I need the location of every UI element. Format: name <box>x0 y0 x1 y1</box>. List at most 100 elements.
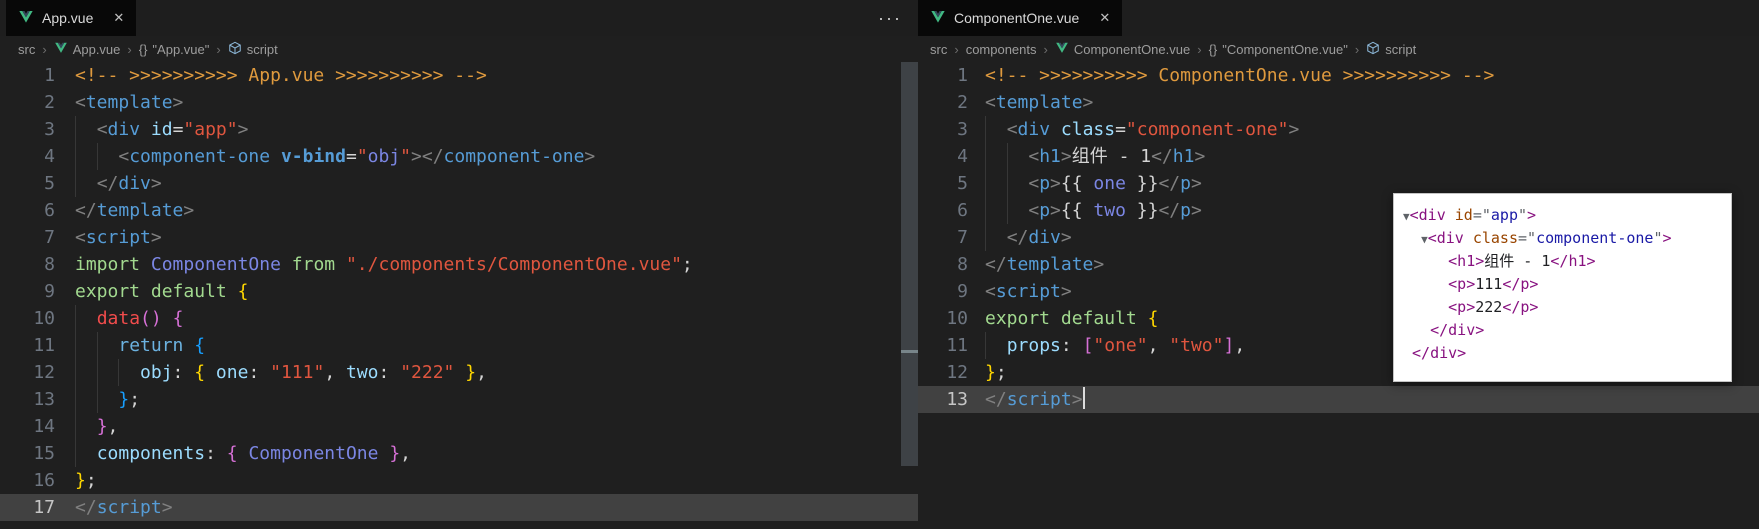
code-line[interactable]: 16}; <box>0 467 918 494</box>
breadcrumb-item[interactable]: src <box>930 42 947 57</box>
expand-arrow-icon: ▼ <box>1421 233 1428 246</box>
breadcrumb-label: script <box>1385 41 1417 57</box>
code-line[interactable]: 8 import ComponentOne from "./components/… <box>0 251 918 278</box>
code-line[interactable]: 11 return { <box>0 332 918 359</box>
code-line[interactable]: 13 </script> <box>918 386 1759 413</box>
dom-tree-node[interactable]: ▼<div class="component-one"> <box>1403 227 1725 250</box>
line-number: 13 <box>33 389 55 410</box>
line-number: 14 <box>33 416 55 437</box>
tab-bar-left: App.vue ✕ ··· <box>0 0 918 36</box>
indent-guide <box>75 305 76 332</box>
code-line[interactable]: 1 <!-- >>>>>>>>>> ComponentOne.vue >>>>>>… <box>918 62 1759 89</box>
code-line[interactable]: 2 <template> <box>918 89 1759 116</box>
indent-guide <box>1006 197 1008 224</box>
line-number: 2 <box>44 92 55 113</box>
line-number: 16 <box>33 470 55 491</box>
code-line[interactable]: 3 <div class="component-one"> <box>918 116 1759 143</box>
breadcrumb-item[interactable]: components <box>966 42 1037 57</box>
breadcrumb-label: src <box>18 41 36 57</box>
breadcrumb-label: components <box>965 41 1037 57</box>
code-line[interactable]: 5 </div> <box>0 170 918 197</box>
breadcrumb-label: ComponentOne.vue <box>1073 41 1191 57</box>
code-line[interactable]: 3 <div id="app"> <box>0 116 918 143</box>
code-line[interactable]: 14 }, <box>0 413 918 440</box>
indent-guide <box>985 224 986 251</box>
vscode-split-editor: { "colors":{ "bg":"#1f1f1f","tabbar_bg":… <box>0 0 1759 529</box>
line-number: 6 <box>44 200 55 221</box>
line-number: 4 <box>44 146 55 167</box>
close-icon[interactable]: ✕ <box>113 10 124 26</box>
tab-label: ComponentOne.vue <box>954 10 1080 26</box>
indent-guide <box>985 197 986 224</box>
vertical-scrollbar[interactable] <box>901 62 918 466</box>
code-line[interactable]: 6 </template> <box>0 197 918 224</box>
line-number: 5 <box>957 173 968 194</box>
close-icon[interactable]: ✕ <box>1099 10 1110 26</box>
indent-guide <box>75 386 76 413</box>
code-line[interactable]: 15 components: { ComponentOne }, <box>0 440 918 467</box>
indent-guide <box>985 170 986 197</box>
indent-guide <box>75 359 76 386</box>
devtools-dom-popup: ▼<div id="app"> ▼<div class="component-o… <box>1393 193 1732 382</box>
breadcrumb-label: "ComponentOne.vue" <box>1222 41 1348 57</box>
breadcrumb-item[interactable]: {} "App.vue" <box>139 42 210 57</box>
breadcrumb-item[interactable]: ComponentOne.vue <box>1055 41 1190 58</box>
line-number: 6 <box>957 200 968 221</box>
indent-guide <box>75 332 76 359</box>
line-number: 17 <box>33 497 55 518</box>
breadcrumb-separator: › <box>954 41 959 57</box>
line-number: 4 <box>957 146 968 167</box>
breadcrumb-item[interactable]: {} "ComponentOne.vue" <box>1209 42 1348 57</box>
breadcrumb: src › App.vue › {} "App.vue" › script <box>0 36 918 62</box>
vue-logo-icon <box>54 41 68 58</box>
code-line[interactable]: 10 data() { <box>0 305 918 332</box>
line-number: 2 <box>957 92 968 113</box>
code-line[interactable]: 9 export default { <box>0 278 918 305</box>
line-number: 10 <box>33 308 55 329</box>
code-line[interactable]: 4 <h1>组件 - 1</h1> <box>918 143 1759 170</box>
breadcrumb-separator: › <box>1197 41 1202 57</box>
breadcrumb-label: src <box>930 41 948 57</box>
breadcrumb-item[interactable]: App.vue <box>54 41 121 58</box>
braces-icon: {} <box>138 41 148 57</box>
code-line[interactable]: 4 <component-one v-bind="obj"></componen… <box>0 143 918 170</box>
dom-tree-node[interactable]: <p>222</p> <box>1403 296 1725 319</box>
overview-ruler-marker <box>901 350 918 353</box>
breadcrumb-label: "App.vue" <box>152 41 210 57</box>
code-line[interactable]: 1 <!-- >>>>>>>>>> App.vue >>>>>>>>>> --> <box>0 62 918 89</box>
dom-tree-node[interactable]: <p>111</p> <box>1403 273 1725 296</box>
indent-guide <box>96 332 98 359</box>
more-actions-button[interactable]: ··· <box>878 0 902 36</box>
line-number: 11 <box>946 335 968 356</box>
tab-componentone-vue[interactable]: ComponentOne.vue ✕ <box>918 0 1123 36</box>
line-number: 7 <box>44 227 55 248</box>
line-number: 11 <box>33 335 55 356</box>
dom-tree-node[interactable]: </div> <box>1403 319 1725 342</box>
indent-guide <box>75 413 76 440</box>
code-line[interactable]: 2 <template> <box>0 89 918 116</box>
breadcrumb-item[interactable]: script <box>1366 41 1416 58</box>
breadcrumb-separator: › <box>1043 41 1048 57</box>
line-number: 13 <box>946 389 968 410</box>
line-number: 5 <box>44 173 55 194</box>
breadcrumb-separator: › <box>127 41 132 57</box>
code-editor-left: 1 <!-- >>>>>>>>>> App.vue >>>>>>>>>> --> 2… <box>0 62 918 529</box>
code-line[interactable]: 7 <script> <box>0 224 918 251</box>
tab-app-vue[interactable]: App.vue ✕ <box>6 0 137 36</box>
breadcrumb-separator: › <box>216 41 221 57</box>
indent-guide <box>985 332 986 359</box>
code-line[interactable]: 17 </script> <box>0 494 918 521</box>
breadcrumb-item[interactable]: src <box>18 42 35 57</box>
code-line[interactable]: 12 obj: { one: "111", two: "222" }, <box>0 359 918 386</box>
dom-tree-node[interactable]: ▼<div id="app"> <box>1403 204 1725 227</box>
dom-tree-node[interactable]: </div> <box>1403 342 1725 365</box>
code-line[interactable]: 13 }; <box>0 386 918 413</box>
breadcrumb-item[interactable]: script <box>228 41 278 58</box>
breadcrumb-label: App.vue <box>72 41 121 57</box>
line-number: 8 <box>957 254 968 275</box>
breadcrumb-separator: › <box>1354 41 1360 57</box>
indent-guide <box>1006 170 1008 197</box>
dom-tree-node[interactable]: <h1>组件 - 1</h1> <box>1403 250 1725 273</box>
line-number: 9 <box>957 281 968 302</box>
indent-guide <box>96 386 98 413</box>
